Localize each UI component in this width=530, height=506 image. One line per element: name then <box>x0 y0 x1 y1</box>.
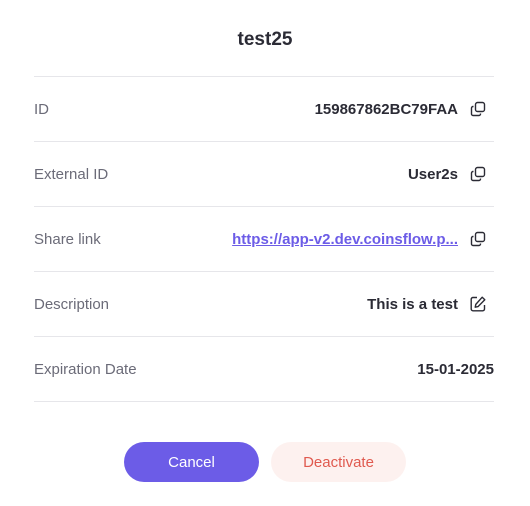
description-value-group: This is a test <box>367 294 494 314</box>
detail-row-description: Description This is a test <box>34 272 494 337</box>
detail-row-expiration-date: Expiration Date 15-01-2025 <box>34 337 494 402</box>
description-value: This is a test <box>367 295 458 313</box>
cancel-button[interactable]: Cancel <box>124 442 259 482</box>
external-id-value: User2s <box>407 165 458 183</box>
detail-row-external-id: External ID User2s <box>34 142 494 207</box>
id-value: 159867862BC79FAA <box>314 100 458 118</box>
details-list: ID 159867862BC79FAA External ID User2s S… <box>34 76 494 402</box>
id-value-group: 159867862BC79FAA <box>315 99 494 119</box>
expiration-date-value: 15-01-2025 <box>417 360 494 378</box>
copy-icon[interactable] <box>468 229 488 249</box>
edit-icon[interactable] <box>468 294 488 314</box>
id-label: ID <box>34 100 49 118</box>
deactivate-button[interactable]: Deactivate <box>271 442 406 482</box>
share-link-label: Share link <box>34 230 101 248</box>
expiration-date-label: Expiration Date <box>34 360 137 378</box>
share-link-url[interactable]: https://app-v2.dev.coinsflow.p... <box>232 231 458 248</box>
external-id-label: External ID <box>34 165 109 183</box>
copy-icon[interactable] <box>468 99 488 119</box>
detail-row-id: ID 159867862BC79FAA <box>34 77 494 142</box>
description-label: Description <box>34 295 110 313</box>
dialog-actions: Cancel Deactivate <box>0 442 530 482</box>
copy-icon[interactable] <box>468 164 488 184</box>
expiration-date-value-group: 15-01-2025 <box>417 361 494 378</box>
link-details-dialog: test25 ID 159867862BC79FAA External ID U… <box>0 0 530 506</box>
share-link-value-group: https://app-v2.dev.coinsflow.p... <box>232 229 494 249</box>
dialog-title: test25 <box>237 29 293 50</box>
external-id-value-group: User2s <box>408 164 494 184</box>
detail-row-share-link: Share link https://app-v2.dev.coinsflow.… <box>34 207 494 272</box>
